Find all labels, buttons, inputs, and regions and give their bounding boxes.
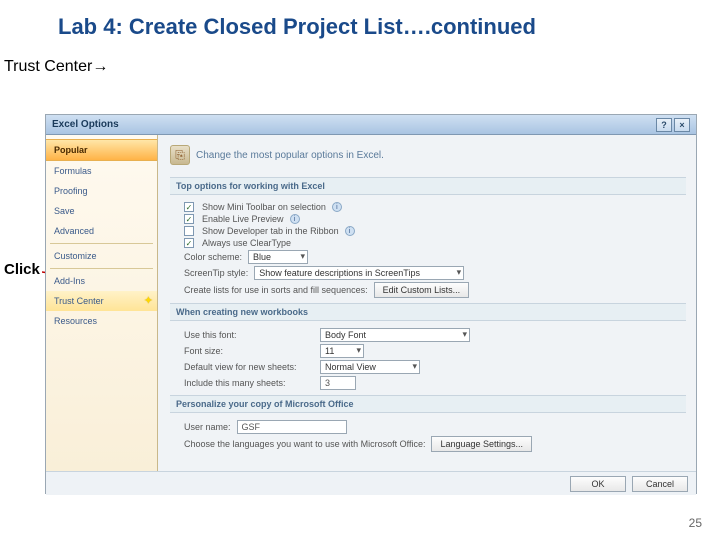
sidebar-separator <box>50 243 153 244</box>
label-mini-toolbar: Show Mini Toolbar on selection <box>202 202 326 212</box>
options-content: ⎘ Change the most popular options in Exc… <box>158 135 696 471</box>
cancel-button[interactable]: Cancel <box>632 476 688 492</box>
cursor-icon: ✦ <box>144 294 153 307</box>
info-icon[interactable]: i <box>345 226 355 236</box>
select-color-scheme[interactable]: Blue <box>248 250 308 264</box>
close-button[interactable]: × <box>674 118 690 132</box>
label-color-scheme: Color scheme: <box>184 252 242 262</box>
info-icon[interactable]: i <box>332 202 342 212</box>
excel-options-dialog: Excel Options ? × Popular Formulas Proof… <box>45 114 697 494</box>
select-default-view[interactable]: Normal View <box>320 360 420 374</box>
dialog-button-bar: OK Cancel <box>46 471 696 495</box>
edit-custom-lists-button[interactable]: Edit Custom Lists... <box>374 282 470 298</box>
options-sidebar: Popular Formulas Proofing Save Advanced … <box>46 135 158 471</box>
dialog-titlebar: Excel Options ? × <box>46 115 696 135</box>
language-settings-button[interactable]: Language Settings... <box>431 436 532 452</box>
select-font[interactable]: Body Font <box>320 328 470 342</box>
sidebar-item-trust-center[interactable]: Trust Center ✦ <box>46 291 157 311</box>
label-default-view: Default view for new sheets: <box>184 362 314 372</box>
sidebar-item-addins[interactable]: Add-Ins <box>46 271 157 291</box>
label-font: Use this font: <box>184 330 314 340</box>
section-new-workbooks: When creating new workbooks <box>170 303 686 321</box>
select-font-size[interactable]: 11 <box>320 344 364 358</box>
sidebar-separator <box>50 268 153 269</box>
gear-icon: ⎘ <box>170 145 190 165</box>
checkbox-live-preview[interactable]: ✓ <box>184 214 194 224</box>
sidebar-item-popular[interactable]: Popular <box>46 139 157 161</box>
info-icon[interactable]: i <box>290 214 300 224</box>
label-sheet-count: Include this many sheets: <box>184 378 314 388</box>
label-developer-tab: Show Developer tab in the Ribbon <box>202 226 339 236</box>
label-language: Choose the languages you want to use wit… <box>184 439 425 449</box>
checkbox-cleartype[interactable]: ✓ <box>184 238 194 248</box>
input-sheet-count[interactable]: 3 <box>320 376 356 390</box>
input-user-name[interactable]: GSF <box>237 420 347 434</box>
label-cleartype: Always use ClearType <box>202 238 291 248</box>
checkbox-developer-tab[interactable] <box>184 226 194 236</box>
label-screentip: ScreenTip style: <box>184 268 248 278</box>
label-font-size: Font size: <box>184 346 314 356</box>
ok-button[interactable]: OK <box>570 476 626 492</box>
sidebar-item-proofing[interactable]: Proofing <box>46 181 157 201</box>
sidebar-item-label: Trust Center <box>54 296 104 306</box>
trust-center-heading: Trust Center→ <box>0 46 720 82</box>
sidebar-item-formulas[interactable]: Formulas <box>46 161 157 181</box>
content-header: ⎘ Change the most popular options in Exc… <box>170 141 686 173</box>
label-live-preview: Enable Live Preview <box>202 214 284 224</box>
slide-number: 25 <box>689 516 702 530</box>
sidebar-item-customize[interactable]: Customize <box>46 246 157 266</box>
label-user-name: User name: <box>184 422 231 432</box>
click-annotation: Click <box>4 261 40 278</box>
section-personalize: Personalize your copy of Microsoft Offic… <box>170 395 686 413</box>
label-custom-lists: Create lists for use in sorts and fill s… <box>184 285 368 295</box>
select-screentip[interactable]: Show feature descriptions in ScreenTips <box>254 266 464 280</box>
slide-title: Lab 4: Create Closed Project List….conti… <box>0 0 720 46</box>
help-button[interactable]: ? <box>656 118 672 132</box>
sidebar-item-save[interactable]: Save <box>46 201 157 221</box>
sidebar-item-advanced[interactable]: Advanced <box>46 221 157 241</box>
dialog-title: Excel Options <box>52 119 119 130</box>
section-top-options: Top options for working with Excel <box>170 177 686 195</box>
checkbox-mini-toolbar[interactable]: ✓ <box>184 202 194 212</box>
content-header-text: Change the most popular options in Excel… <box>196 150 384 161</box>
sidebar-item-resources[interactable]: Resources <box>46 311 157 331</box>
